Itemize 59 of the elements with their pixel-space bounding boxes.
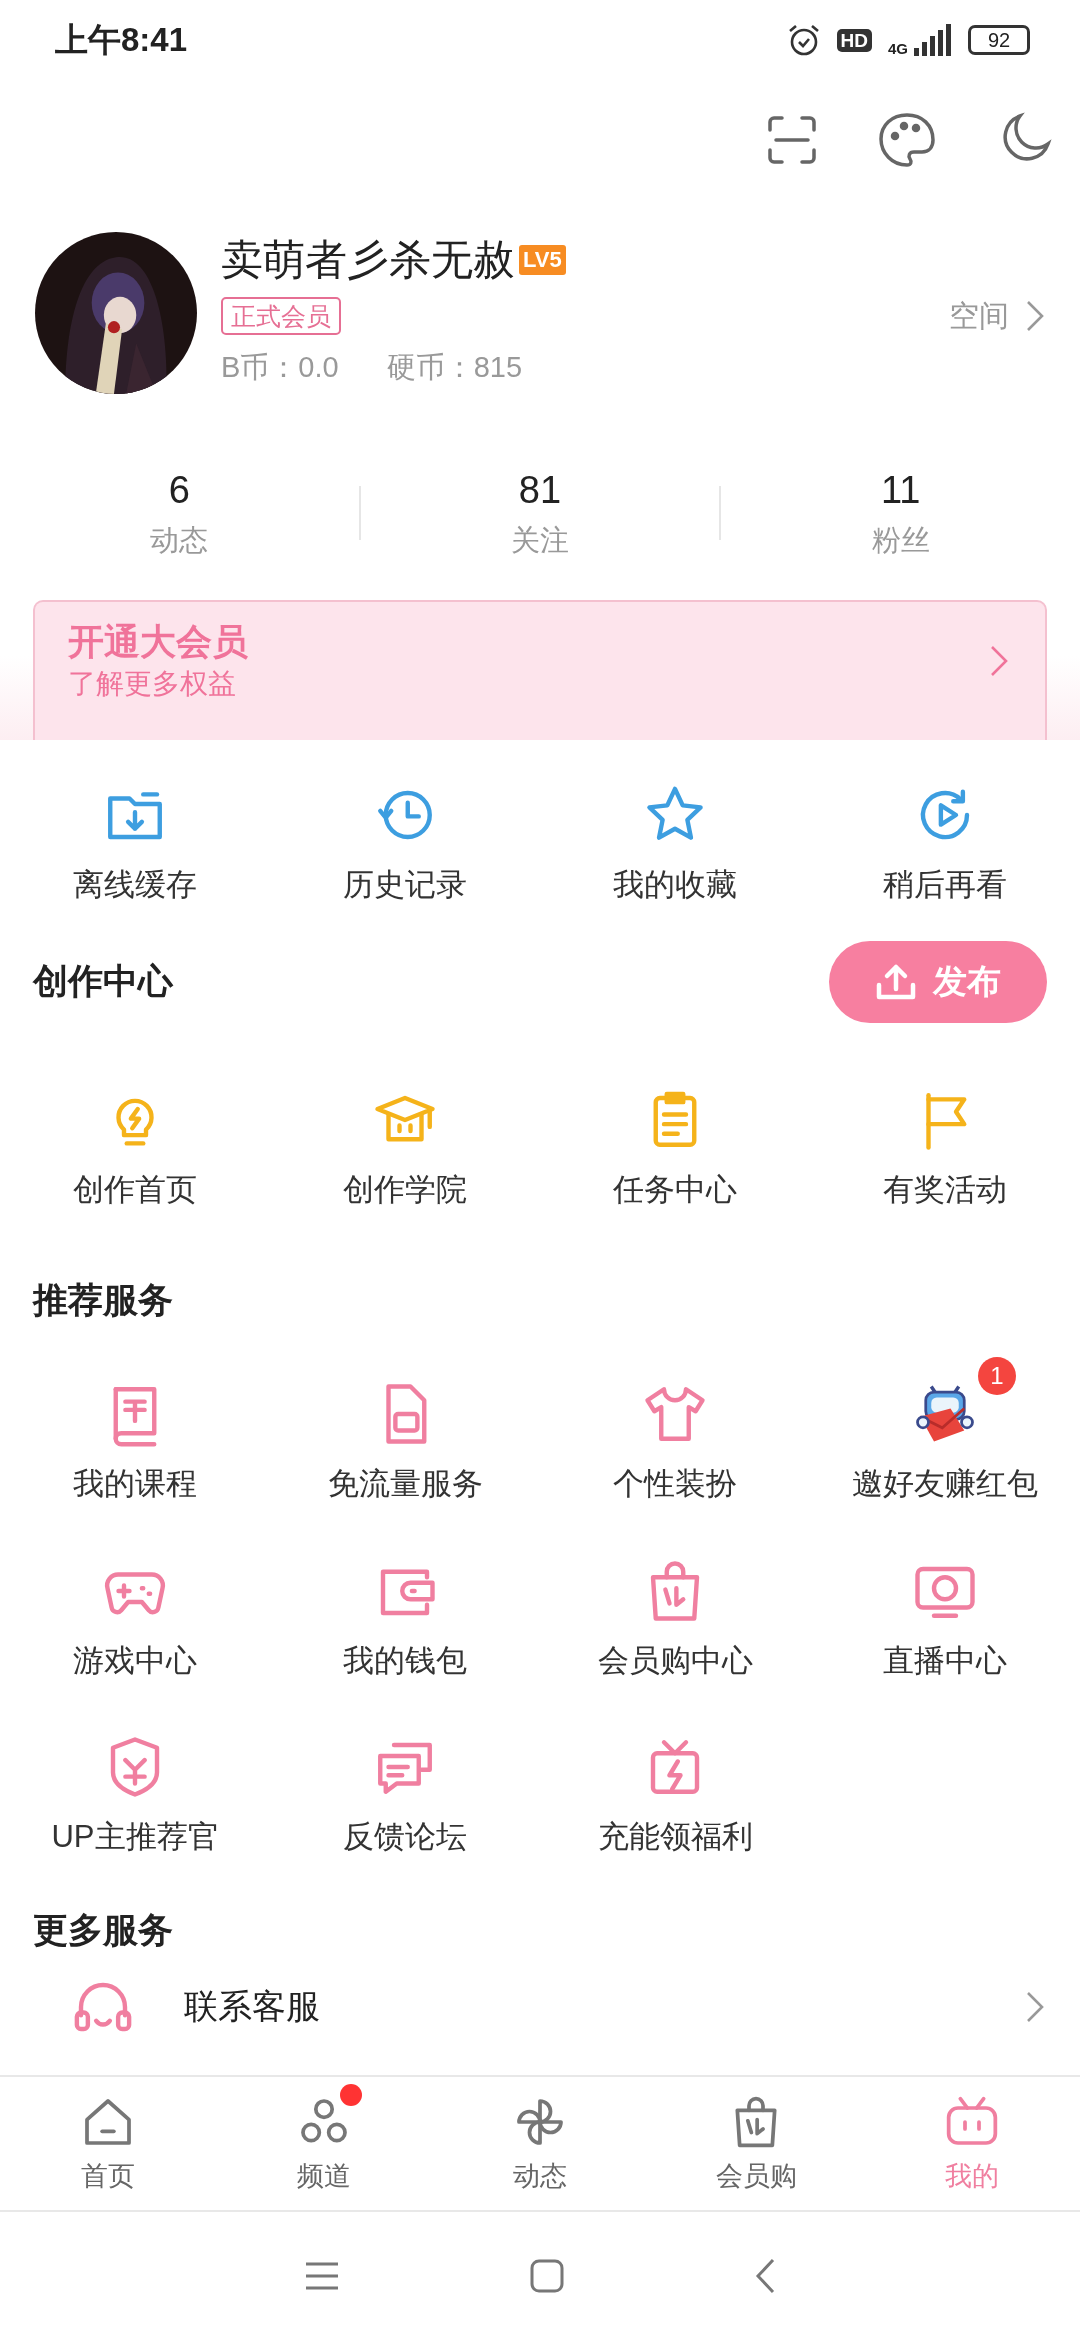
clock-time: 上午8:41 [55,20,188,61]
stat-label: 动态 [149,523,210,559]
chevron-right-icon [989,644,1009,678]
menu-item[interactable]: 任务中心 [540,1062,810,1213]
b-coin-balance: B币：0.0 [221,350,339,386]
stat-item[interactable]: 6 动态 [0,462,359,563]
stat-value: 81 [517,468,563,514]
menu-item[interactable]: 有奖活动 [810,1062,1080,1213]
tab[interactable]: 动态 [432,2080,648,2197]
menu-item[interactable]: 充能领福利 [540,1710,810,1861]
menu-item[interactable]: 游戏中心 [0,1533,270,1684]
battery-level: 92 [968,25,1030,55]
stat-value: 6 [167,468,191,514]
menu-item[interactable]: 会员购中心 [540,1533,810,1684]
section-title: 推荐服务 [33,1278,173,1321]
stat-label: 粉丝 [870,523,931,559]
menu-item[interactable]: 我的收藏 [540,758,810,909]
section-title: 创作中心 [33,960,173,1003]
vip-subtitle: 了解更多权益 [68,667,237,702]
menu-item[interactable]: 个性装扮 [540,1357,810,1508]
menu-item[interactable]: 我的课程 [0,1357,270,1508]
menu-item[interactable]: 邀好友赚红包 1 [810,1357,1080,1508]
menu-item[interactable]: 反馈论坛 [270,1710,540,1861]
menu-item[interactable]: 历史记录 [270,758,540,909]
menu-item[interactable]: 直播中心 [810,1533,1080,1684]
home-square-icon[interactable] [530,2259,564,2293]
tab[interactable]: 会员购 [648,2080,864,2197]
menu-item[interactable]: 创作学院 [270,1062,540,1213]
upload-icon [875,962,917,1001]
stat-item[interactable]: 11 粉丝 [721,462,1080,563]
coin-balance: 硬币：815 [386,350,523,386]
chevron-right-icon [1025,1989,1045,2024]
menu-item[interactable]: 创作首页 [0,1062,270,1213]
menu-item[interactable]: 离线缓存 [0,758,270,909]
menu-item[interactable]: 免流量服务 [270,1357,540,1508]
list-item[interactable]: 联系客服 [0,1970,1080,2043]
menu-item[interactable]: 稍后再看 [810,758,1080,909]
stat-item[interactable]: 81 关注 [360,462,720,563]
signal-icon [912,24,952,56]
menu-item[interactable]: 我的钱包 [270,1533,540,1684]
network-type: 4G [888,41,908,56]
stat-value: 11 [879,468,922,514]
hd-indicator: HD [836,28,872,52]
tab[interactable]: 频道 [216,2080,432,2197]
user-name: 卖萌者彡杀无赦 [221,235,515,286]
stat-label: 关注 [510,523,570,559]
member-tag: 正式会员 [221,296,341,336]
notification-count: 1 [978,1357,1016,1395]
back-icon[interactable] [754,2258,776,2294]
level-badge: LV5 [519,245,566,276]
vip-title: 开通大会员 [68,620,248,664]
palette-icon[interactable] [878,112,936,168]
chevron-right-icon [1025,298,1045,333]
menu-icon[interactable] [304,2261,340,2291]
tab[interactable]: 首页 [0,2080,216,2197]
menu-item[interactable]: UP主推荐官 [0,1710,270,1861]
scan-icon[interactable] [766,114,818,166]
section-title: 更多服务 [33,1909,173,1952]
list-label: 联系客服 [184,1986,321,2027]
